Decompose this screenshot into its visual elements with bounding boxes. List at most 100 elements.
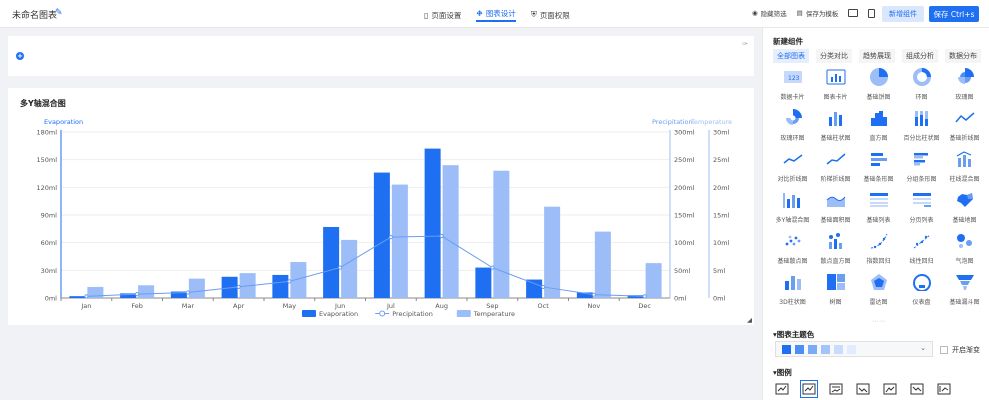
compare-line-icon bbox=[782, 148, 804, 170]
gradient-checkbox[interactable] bbox=[940, 346, 948, 354]
category-tab[interactable]: 全部图表 bbox=[773, 49, 809, 63]
bar-evaporation bbox=[69, 296, 86, 298]
widget-item[interactable]: 基础柱状图 bbox=[814, 107, 857, 148]
widget-item[interactable]: 基础饼图 bbox=[857, 66, 900, 107]
widget-item[interactable]: 柱线混合图 bbox=[943, 148, 986, 189]
tab-page-settings[interactable]: ▯ 页面设置 bbox=[424, 8, 461, 22]
point-precipitation bbox=[490, 265, 495, 270]
tab-chart-design[interactable]: ⛖ 图表设计 bbox=[476, 8, 516, 22]
widget-item[interactable]: 指数回归 bbox=[857, 230, 900, 271]
legend-option-icon[interactable] bbox=[854, 380, 872, 398]
theme-color-section[interactable]: ▾图表主题色 bbox=[773, 329, 814, 340]
point-precipitation bbox=[388, 235, 393, 240]
point-precipitation bbox=[185, 290, 190, 295]
category-tab[interactable]: 分类对比 bbox=[816, 49, 852, 63]
widget-label: 指数回归 bbox=[866, 258, 891, 265]
widget-item[interactable]: 基础漏斗图 bbox=[943, 271, 986, 312]
widget-item[interactable]: 基础散点图 bbox=[771, 230, 814, 271]
add-icon[interactable]: + bbox=[16, 52, 24, 60]
widget-item[interactable]: 百分比柱状图 bbox=[900, 107, 943, 148]
widget-item[interactable]: 基础面积图 bbox=[814, 189, 857, 230]
legend-option-icon[interactable] bbox=[881, 380, 899, 398]
widget-item[interactable]: 仪表盘 bbox=[900, 271, 943, 312]
widget-item[interactable]: 雷达图 bbox=[857, 271, 900, 312]
widget-item[interactable]: 玫瑰图 bbox=[943, 66, 986, 107]
bookmark-icon: ▯ bbox=[424, 10, 429, 20]
widget-label: 基础地图 bbox=[952, 217, 977, 224]
x-tick-label: Sep bbox=[486, 302, 498, 310]
edit-icon[interactable]: ✎ bbox=[55, 8, 63, 18]
legend-option-icon[interactable] bbox=[827, 380, 845, 398]
page-title[interactable]: 未命名图表 bbox=[12, 8, 57, 21]
y-tick-label: 0ml bbox=[674, 295, 686, 303]
x-tick-label: Jun bbox=[334, 302, 345, 310]
widget-label: 基础条形图 bbox=[863, 176, 894, 183]
tab-page-permissions[interactable]: ⛨ 页面权限 bbox=[531, 8, 570, 22]
gradient-label: 开启渐变 bbox=[952, 346, 980, 354]
widget-item[interactable]: 图表卡片 bbox=[814, 66, 857, 107]
multi-axis-chart: 0ml 30ml 60ml 90ml 120ml 150ml 180ml 0ml 50ml 100… bbox=[36, 118, 752, 324]
category-tab[interactable]: 数据分布 bbox=[945, 49, 981, 63]
widget-item[interactable]: 环图 bbox=[900, 66, 943, 107]
legend-option-icon[interactable] bbox=[773, 380, 791, 398]
widget-label: 基础饼图 bbox=[866, 94, 891, 101]
legend-section-label: 图例 bbox=[776, 368, 792, 377]
area-chart-icon bbox=[825, 189, 847, 211]
scatter-histogram-icon bbox=[825, 230, 847, 252]
hide-filter-button[interactable]: ◉ 隐藏筛选 bbox=[752, 8, 787, 18]
legend-option-icon[interactable] bbox=[908, 380, 926, 398]
widget-item[interactable]: 直方图 bbox=[857, 107, 900, 148]
widget-label: 树图 bbox=[829, 299, 842, 306]
category-tab[interactable]: 组成分析 bbox=[902, 49, 938, 63]
save-template-button[interactable]: ▤ 保存为模板 bbox=[797, 8, 839, 18]
widget-item[interactable]: 阶梯折线图 bbox=[814, 148, 857, 189]
widget-item[interactable]: 分页列表 bbox=[900, 189, 943, 230]
bar-evaporation bbox=[323, 226, 340, 298]
add-component-button[interactable]: 新增组件 bbox=[882, 6, 924, 22]
widget-item[interactable]: 气泡图 bbox=[943, 230, 986, 271]
widget-item[interactable]: 散点直方图 bbox=[814, 230, 857, 271]
bar-temperature bbox=[493, 170, 510, 298]
widget-item[interactable]: 分组条形图 bbox=[900, 148, 943, 189]
widget-item[interactable]: 对比折线图 bbox=[771, 148, 814, 189]
widget-item[interactable]: 多Y轴混合图 bbox=[771, 189, 814, 230]
widget-item[interactable]: 基础折线图 bbox=[943, 107, 986, 148]
legend-option-icon[interactable] bbox=[935, 380, 953, 398]
widget-item[interactable]: 123 数据卡片 bbox=[771, 66, 814, 107]
widget-label: 分组条形图 bbox=[906, 176, 937, 183]
widget-item[interactable]: 基础列表 bbox=[857, 189, 900, 230]
pin-icon[interactable]: ✑ bbox=[742, 40, 748, 48]
widget-item[interactable]: 玫瑰环图 bbox=[771, 107, 814, 148]
list-icon bbox=[868, 189, 890, 211]
widget-label: 对比折线图 bbox=[777, 176, 808, 183]
legend-options bbox=[773, 380, 953, 398]
theme-color-select[interactable]: ⌄ bbox=[775, 341, 933, 357]
x-tick-label: Feb bbox=[131, 302, 143, 310]
y-tick-label: 150ml bbox=[36, 156, 57, 164]
widget-item[interactable]: 3D柱状图 bbox=[771, 271, 814, 312]
point-precipitation bbox=[439, 233, 444, 239]
svg-text:123: 123 bbox=[788, 75, 800, 82]
chart-card[interactable]: 多Y轴混合图 0ml 30ml 60ml 90ml 120ml 150ml 180ml 0ml… bbox=[8, 88, 754, 325]
tab-label: 页面权限 bbox=[539, 10, 570, 20]
empty-widget-card[interactable]: + ✑ bbox=[8, 36, 754, 76]
x-tick-label: Jul bbox=[386, 302, 395, 310]
legend-label: Evaporation bbox=[319, 310, 358, 318]
legend-section[interactable]: ▾图例 bbox=[773, 367, 792, 378]
resize-handle[interactable]: ⋯⋯ bbox=[872, 318, 886, 325]
bar-temperature bbox=[341, 239, 358, 298]
widget-item[interactable]: 树图 bbox=[814, 271, 857, 312]
category-tab[interactable]: 趋势展现 bbox=[859, 49, 895, 63]
widget-item[interactable]: 线性回归 bbox=[900, 230, 943, 271]
widget-label: 基础折线图 bbox=[949, 135, 980, 142]
desktop-view-icon[interactable] bbox=[848, 9, 859, 17]
widget-item[interactable]: 基础条形图 bbox=[857, 148, 900, 189]
y-tick-label: 30ml bbox=[41, 267, 58, 275]
save-button[interactable]: 保存 Ctrl+s bbox=[929, 6, 979, 22]
theme-swatch bbox=[821, 344, 830, 354]
widget-item[interactable]: 基础地图 bbox=[943, 189, 986, 230]
legend-option-icon[interactable] bbox=[800, 380, 818, 398]
tablet-view-icon[interactable] bbox=[868, 8, 876, 18]
bar-evaporation bbox=[424, 148, 441, 298]
theme-swatch bbox=[795, 344, 804, 354]
